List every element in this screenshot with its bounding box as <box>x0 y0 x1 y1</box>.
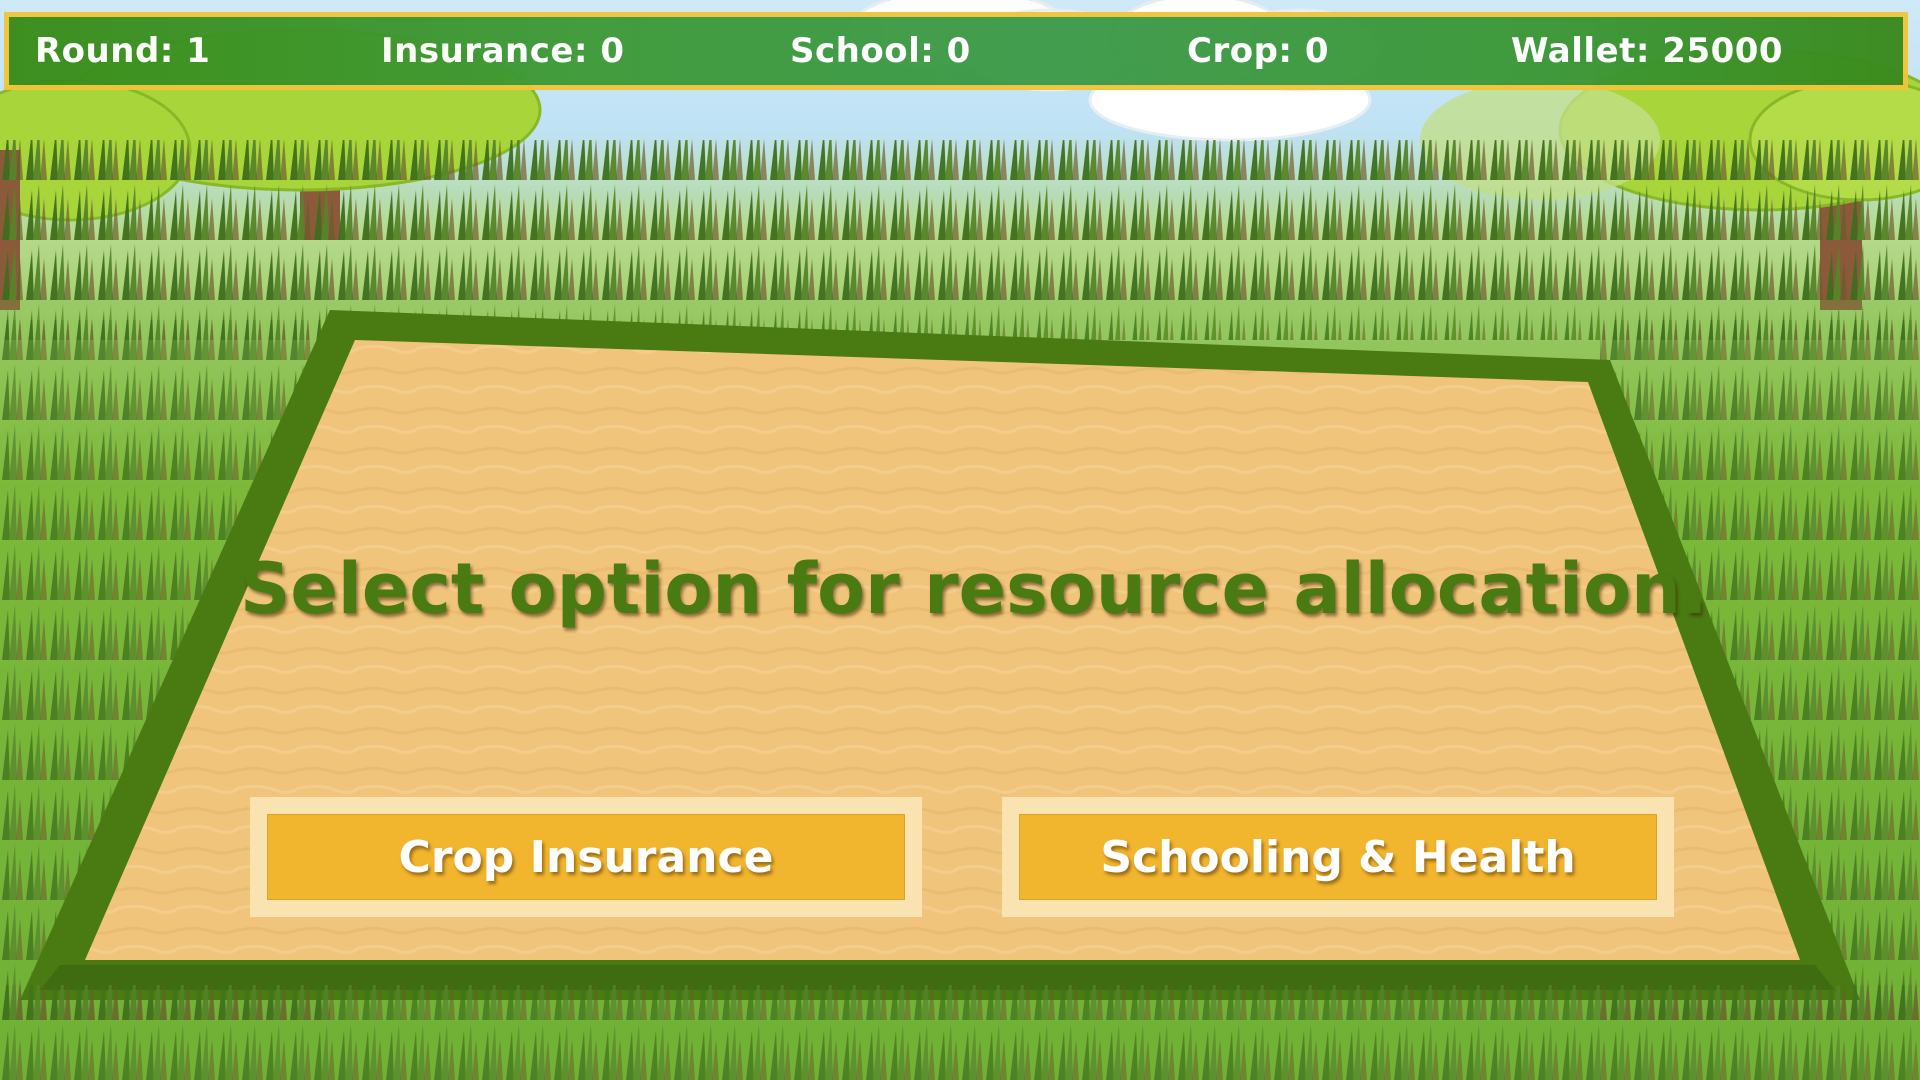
wallet-balance: Wallet: 25000 <box>1511 31 1784 71</box>
schooling-health-button-label: Schooling & Health <box>1100 831 1576 883</box>
grass-front <box>0 985 1920 1080</box>
crop-insurance-button-label: Crop Insurance <box>398 831 774 883</box>
crop-counter: Crop: 0 <box>1187 31 1330 71</box>
schooling-health-button[interactable]: Schooling & Health <box>1002 797 1674 917</box>
background-scene <box>0 0 1920 1080</box>
allocation-prompt: Select option for resource allocation. <box>240 548 1708 630</box>
stats-bar: Round: 1 Insurance: 0 School: 0 Crop: 0 … <box>4 12 1908 90</box>
game-scene: Round: 1 Insurance: 0 School: 0 Crop: 0 … <box>0 0 1920 1080</box>
insurance-counter: Insurance: 0 <box>381 31 625 71</box>
crop-insurance-button[interactable]: Crop Insurance <box>250 797 922 917</box>
round-counter: Round: 1 <box>35 31 211 71</box>
school-counter: School: 0 <box>790 31 971 71</box>
